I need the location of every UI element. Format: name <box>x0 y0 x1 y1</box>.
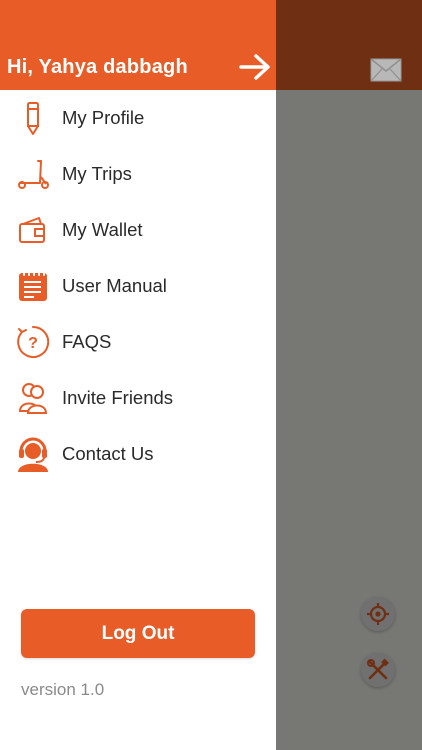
menu-item-my-wallet[interactable]: My Wallet <box>0 202 276 258</box>
menu-item-contact-us[interactable]: Contact Us <box>0 426 276 482</box>
menu-item-my-profile[interactable]: My Profile <box>0 90 276 146</box>
menu-item-user-manual[interactable]: User Manual <box>0 258 276 314</box>
menu-item-faqs[interactable]: ? FAQS <box>0 314 276 370</box>
logout-button[interactable]: Log Out <box>21 609 255 658</box>
close-drawer-button[interactable] <box>238 52 272 82</box>
menu-item-invite-friends[interactable]: Invite Friends <box>0 370 276 426</box>
scooter-icon <box>16 157 50 191</box>
map-overlay[interactable] <box>276 0 422 750</box>
menu-label: My Profile <box>62 107 145 128</box>
tools-icon <box>367 658 389 680</box>
menu-label: User Manual <box>62 275 167 296</box>
support-agent-icon <box>16 437 50 472</box>
drawer-header: Hi, Yahya dabbagh <box>0 0 276 90</box>
menu-item-my-trips[interactable]: My Trips <box>0 146 276 202</box>
arrow-right-icon <box>239 54 270 80</box>
locate-button[interactable] <box>361 597 395 631</box>
user-greeting: Hi, Yahya dabbagh <box>7 56 188 78</box>
pencil-icon <box>16 101 50 135</box>
friends-icon <box>16 381 50 415</box>
app-version: version 1.0 <box>21 680 105 699</box>
wallet-icon <box>16 213 50 247</box>
menu-label: FAQS <box>62 331 112 352</box>
notepad-icon <box>16 269 50 303</box>
menu-label: My Wallet <box>62 219 143 240</box>
crosshair-icon <box>367 603 389 625</box>
side-drawer: Hi, Yahya dabbagh My Profile My Trips My… <box>0 0 276 750</box>
question-icon: ? <box>16 325 50 359</box>
menu-label: Contact Us <box>62 443 154 464</box>
menu-label: My Trips <box>62 163 132 184</box>
mail-icon[interactable] <box>370 58 402 82</box>
svg-text:?: ? <box>28 335 38 352</box>
drawer-menu: My Profile My Trips My Wallet User Manua… <box>0 90 276 482</box>
menu-label: Invite Friends <box>62 387 174 408</box>
tools-button[interactable] <box>361 653 395 687</box>
